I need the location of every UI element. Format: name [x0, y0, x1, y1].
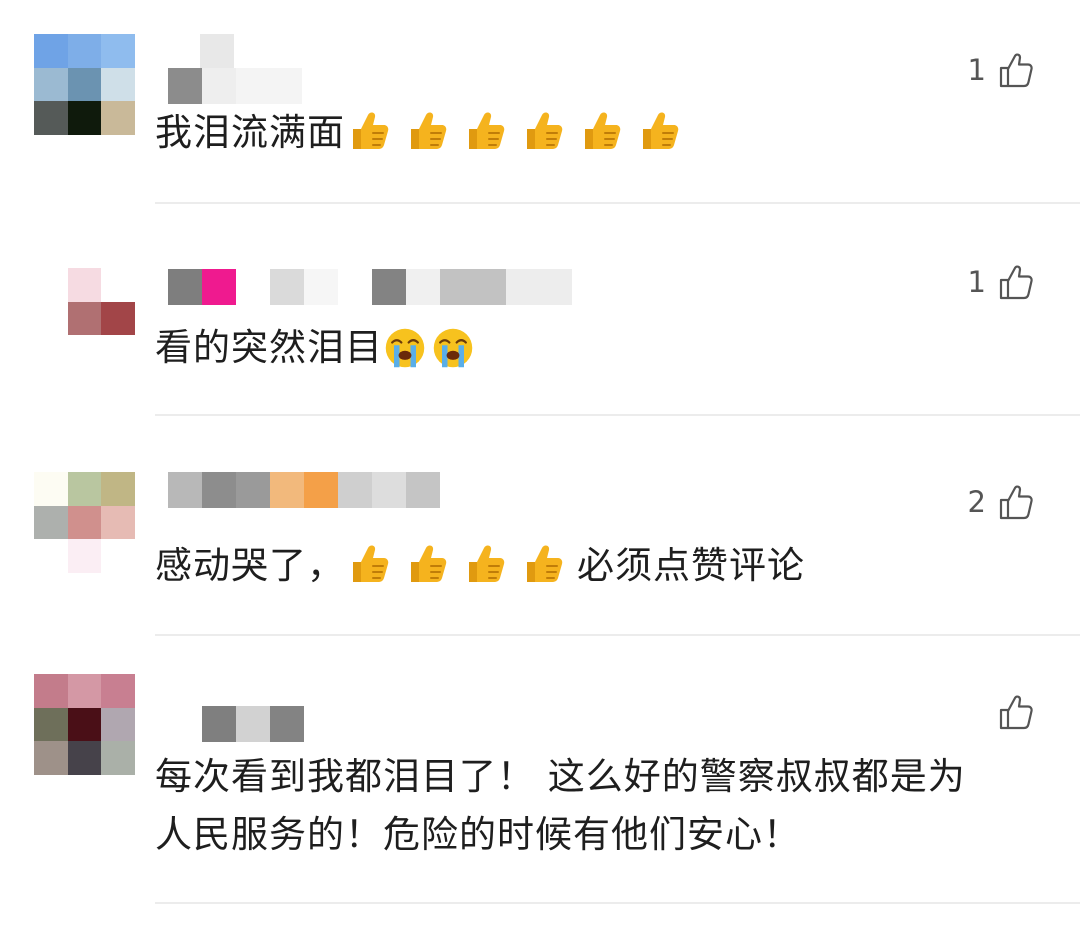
divider [155, 634, 1080, 636]
comment-item: 1 看的突然泪目 [0, 206, 1080, 418]
thumbs-up-icon [353, 112, 389, 149]
divider [155, 902, 1080, 904]
avatar-pixel [34, 101, 68, 135]
avatar[interactable] [34, 34, 135, 135]
thumb-up-outline-icon [999, 265, 1033, 300]
avatar-pixel [67, 505, 102, 540]
username-blurred[interactable] [168, 472, 440, 508]
avatar[interactable] [34, 674, 135, 775]
thumb-up-outline-icon [999, 53, 1033, 88]
username-blurred[interactable] [168, 34, 234, 70]
thumb-up-outline-icon [999, 695, 1033, 730]
avatar-pixel [101, 539, 135, 573]
comment-text-body: 我泪流满面 [155, 111, 345, 154]
avatar[interactable] [34, 472, 135, 573]
thumbs-up-icon [643, 112, 679, 149]
avatar-pixel [34, 674, 68, 708]
loudly-crying-face-icon [385, 328, 425, 368]
loudly-crying-face-icon [433, 328, 473, 368]
avatar-pixel [67, 741, 102, 775]
avatar-pixel [101, 674, 135, 708]
avatar-pixel [34, 472, 68, 506]
comment-text: 看的突然泪目 [155, 319, 1035, 377]
emoji-group [345, 544, 577, 587]
thumbs-up-icon [469, 545, 505, 582]
avatar-pixel [67, 674, 102, 708]
avatar-pixel [34, 301, 68, 336]
thumbs-up-icon [469, 112, 505, 149]
avatar-pixel [34, 34, 68, 68]
comment-text-body: 看的突然泪目 [155, 326, 383, 369]
like-button[interactable]: 1 [968, 262, 1034, 302]
avatar-pixel [67, 34, 102, 68]
thumb-up-outline-icon [999, 485, 1033, 520]
avatar-pixel [101, 268, 135, 302]
avatar-pixel [67, 268, 102, 302]
thumbs-up-icon [411, 112, 447, 149]
comment-text: 感动哭了， 必须点赞评论 [155, 537, 1035, 595]
avatar-pixel [34, 335, 68, 369]
divider [155, 202, 1080, 204]
avatar-pixel [101, 101, 135, 135]
like-button[interactable]: 1 [968, 50, 1034, 90]
avatar-pixel [101, 472, 135, 506]
avatar-pixel [67, 101, 102, 135]
emoji-group [383, 326, 479, 369]
avatar-pixel [101, 741, 135, 775]
comment-item: 1 我泪流满面 [0, 0, 1080, 204]
comment-item: 每次看到我都泪目了！ 这么好的警察叔叔都是为 人民服务的！危险的时候有他们安心！ [0, 640, 1080, 936]
avatar-pixel [67, 539, 102, 573]
avatar-pixel [34, 268, 68, 302]
avatar-pixel [34, 539, 68, 573]
avatar-pixel [101, 707, 135, 742]
like-button[interactable]: 2 [968, 482, 1034, 522]
avatar-pixel [101, 34, 135, 68]
thumbs-up-icon [527, 112, 563, 149]
comment-text-body: 感动哭了， [155, 544, 345, 587]
avatar[interactable] [34, 268, 135, 369]
comment-text: 每次看到我都泪目了！ 这么好的警察叔叔都是为 人民服务的！危险的时候有他们安心！ [155, 755, 966, 856]
divider [155, 414, 1080, 416]
comment-text: 我泪流满面 [155, 104, 1035, 162]
thumbs-up-icon [411, 545, 447, 582]
like-count: 1 [967, 53, 986, 87]
avatar-pixel [34, 67, 68, 102]
comment-text-tail: 必须点赞评论 [577, 544, 805, 587]
thumbs-up-icon [585, 112, 621, 149]
avatar-pixel [67, 67, 102, 102]
avatar-pixel [101, 301, 135, 336]
username-blurred[interactable] [168, 68, 302, 104]
like-button[interactable] [986, 692, 1034, 732]
avatar-pixel [34, 741, 68, 775]
avatar-pixel [67, 335, 102, 369]
avatar-pixel [101, 67, 135, 102]
avatar-pixel [67, 707, 102, 742]
avatar-pixel [67, 301, 102, 336]
username-blurred[interactable] [168, 706, 304, 742]
thumbs-up-icon [353, 545, 389, 582]
comment-item: 2 感动哭了， 必须点赞评论 [0, 426, 1080, 638]
emoji-group [345, 111, 693, 154]
like-count: 1 [967, 265, 986, 299]
avatar-pixel [67, 472, 102, 506]
like-count: 2 [967, 485, 986, 519]
avatar-pixel [101, 505, 135, 540]
avatar-pixel [34, 707, 68, 742]
avatar-pixel [101, 335, 135, 369]
username-blurred[interactable] [168, 269, 572, 305]
avatar-pixel [34, 505, 68, 540]
thumbs-up-icon [527, 545, 563, 582]
